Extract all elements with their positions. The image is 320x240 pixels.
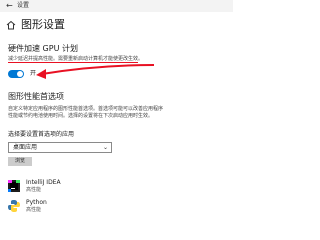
app-mode: 高性能 <box>26 187 42 193</box>
chevron-down-icon: ⌄ <box>102 144 108 151</box>
page-title: 图形设置 <box>21 18 65 31</box>
python-icon <box>8 200 20 212</box>
app-type-select[interactable]: 桌面应用 ⌄ <box>8 142 112 153</box>
app-name: Python <box>26 199 47 206</box>
select-app-label: 选择要设置首选项的应用 <box>8 131 75 138</box>
app-title: 设置 <box>17 2 30 9</box>
app-name: IntelliJ IDEA <box>26 179 61 186</box>
graphics-performance-description-line-2: 性能或节约电池使用时间。选择的设置将在下次启动应用时生效。 <box>8 113 154 119</box>
red-annotation-arrow <box>36 64 155 79</box>
app-list-item[interactable]: Python 高性能 <box>8 198 208 216</box>
gpu-scheduling-toggle[interactable] <box>8 70 24 78</box>
home-icon[interactable] <box>6 20 16 30</box>
page-header: 图形设置 <box>6 17 65 33</box>
toggle-knob <box>17 71 23 77</box>
title-bar: ← 设置 <box>0 0 233 12</box>
app-list-item[interactable]: IntelliJ IDEA 高性能 <box>8 178 208 196</box>
app-type-select-value: 桌面应用 <box>13 144 38 151</box>
browse-button[interactable]: 浏览 <box>8 157 32 166</box>
back-arrow-icon[interactable]: ← <box>6 1 13 11</box>
settings-window: ← 设置 图形设置 硬件加速 GPU 计划 减少延迟并提高性能。需要重新启动计算… <box>0 0 233 216</box>
app-mode: 高性能 <box>26 207 42 213</box>
gpu-scheduling-heading: 硬件加速 GPU 计划 <box>8 44 78 53</box>
graphics-performance-heading: 图形性能首选项 <box>8 92 64 101</box>
intellij-idea-icon <box>8 180 20 192</box>
graphics-performance-description-line-1: 自定义特定应用程序的图形性能首选项。首选项可能可以改善应用程序 <box>8 106 164 112</box>
